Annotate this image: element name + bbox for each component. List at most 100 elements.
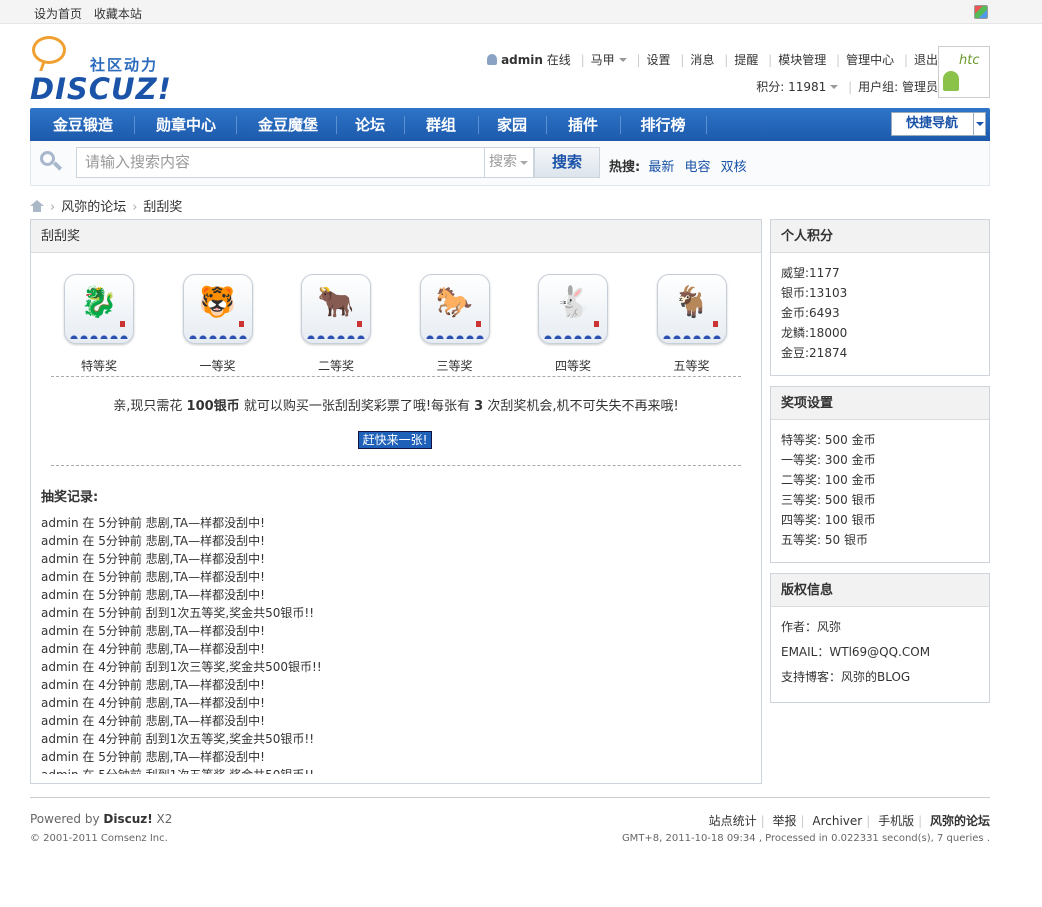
nav-item-forum[interactable]: 论坛 [340, 108, 400, 141]
sidebar-row: 特等奖: 500 金币 [781, 433, 876, 447]
record-row: admin 在 5分钟前 刮到1次五等奖,奖金共50银币!! [41, 766, 741, 774]
record-row: admin 在 5分钟前 刮到1次五等奖,奖金共50银币!! [41, 606, 315, 620]
messages-link[interactable]: 消息 [690, 53, 714, 67]
copyright-text: © 2001-2011 Comsenz Inc. [30, 833, 168, 844]
logo-wordmark: DISCUZ! [30, 72, 172, 106]
sidebar-row: EMAIL：WTl69@QQ.COM [781, 645, 931, 659]
sidebar-row: 二等奖: 100 金币 [781, 473, 876, 487]
search-input[interactable]: 请输入搜索内容 [76, 147, 486, 178]
chevron-down-icon[interactable] [618, 58, 627, 62]
sidebar-row: 金豆:21874 [781, 346, 848, 360]
dragon-icon: 🐉 [64, 274, 134, 344]
user-group-link[interactable]: 用户组: 管理员 [858, 80, 938, 94]
prize-name: 一等奖 [199, 359, 236, 373]
panel-title: 刮刮奖 [31, 220, 761, 253]
sidebar-row: 金币:6493 [781, 306, 840, 320]
nav-item-forge[interactable]: 金豆锻造 [38, 108, 128, 141]
sidebar-row: 五等奖: 50 银币 [781, 533, 868, 547]
prize-name: 特等奖 [80, 359, 117, 373]
main-nav: 金豆锻造 勋章中心 金豆魔堡 论坛 群组 家园 插件 排行榜 [30, 108, 990, 141]
top-bar: 设为首页 收藏本站 [0, 0, 1042, 24]
credits-menu[interactable]: 积分: 11981 [756, 80, 826, 94]
avatar[interactable]: htc [938, 46, 990, 98]
copyright-title: 版权信息 [771, 574, 989, 607]
search-type-select[interactable]: 搜索 [484, 147, 534, 178]
hot-link-dual-core[interactable]: 双核 [721, 160, 747, 175]
record-row: admin 在 4分钟前 刮到1次三等奖,奖金共500银币!! [41, 660, 322, 674]
settings-link[interactable]: 设置 [647, 53, 671, 67]
prize-name: 二等奖 [317, 359, 354, 373]
nav-item-plugins[interactable]: 插件 [550, 108, 616, 141]
footer-link-report[interactable]: 举报 [772, 814, 796, 828]
footer-link-mobile[interactable]: 手机版 [878, 814, 914, 828]
footer-divider [30, 797, 990, 798]
record-row: admin 在 5分钟前 悲剧,TA—样都没刮中! [41, 534, 265, 548]
quick-nav-label: 快捷导航 [906, 116, 959, 131]
footer-link-site[interactable]: 风弥的论坛 [930, 814, 990, 828]
purchase-notice: 亲,现只需花 100银币 就可以购买一张刮刮奖彩票了哦!每张有 3 次刮奖机会,… [113, 399, 679, 414]
logout-link[interactable]: 退出 [914, 53, 938, 67]
footer-link-stats[interactable]: 站点统计 [709, 814, 757, 828]
sidebar-row: 龙鳞:18000 [781, 326, 848, 340]
sidebar-row: 作者：风弥 [781, 620, 842, 634]
prize-item: 🐉 特等奖 [51, 274, 147, 374]
hot-label: 热搜: [609, 160, 641, 175]
vest-menu[interactable]: 马甲 [591, 53, 615, 67]
footer-link-archiver[interactable]: Archiver [812, 814, 862, 828]
goat-icon: 🐐 [656, 274, 727, 344]
chevron-down-icon[interactable] [973, 113, 985, 135]
nav-item-medals[interactable]: 勋章中心 [138, 108, 234, 141]
top-links: 设为首页 收藏本站 [34, 5, 150, 22]
username-link[interactable]: admin [501, 53, 543, 67]
user-nav: admin 在线 | 马甲 | 设置 | 消息 | 提醒 | 模块管理 | 管理中心 | 退出 [487, 51, 938, 68]
draw-records[interactable]: admin 在 5分钟前 悲剧,TA—样都没刮中! admin 在 5分钟前 悲剧… [41, 514, 741, 774]
record-row: admin 在 4分钟前 悲剧,TA—样都没刮中! [41, 696, 265, 710]
hot-link-capacitor[interactable]: 电容 [685, 160, 711, 175]
personal-credits-box: 个人积分 威望:1177 银币:13103 金币:6493 龙鳞:18000 金豆:21… [770, 219, 990, 376]
rabbit-icon: 🐇 [538, 274, 608, 344]
record-row: admin 在 5分钟前 悲剧,TA—样都没刮中! [41, 750, 265, 764]
notices-link[interactable]: 提醒 [734, 53, 758, 67]
discuz-link[interactable]: Discuz! [103, 812, 152, 826]
prize-name: 三等奖 [436, 359, 473, 373]
breadcrumb: › 风弥的论坛 › 刮刮奖 [30, 196, 182, 215]
nav-item-ranking[interactable]: 排行榜 [624, 108, 702, 141]
android-icon [943, 71, 959, 91]
credits-title: 个人积分 [771, 220, 989, 253]
record-row: admin 在 5分钟前 悲剧,TA—样都没刮中! [41, 552, 265, 566]
search-button[interactable]: 搜索 [534, 147, 600, 178]
hot-link-latest[interactable]: 最新 [648, 160, 674, 175]
awards-title: 奖项设置 [771, 387, 989, 420]
prize-item: 🐐 五等奖 [644, 274, 740, 374]
user-icon [487, 54, 498, 65]
module-admin-link[interactable]: 模块管理 [778, 53, 826, 67]
record-row: admin 在 5分钟前 悲剧,TA—样都没刮中! [41, 624, 265, 638]
footer-links: 站点统计 | 举报 | Archiver | 手机版 | 风弥的论坛 [708, 814, 990, 828]
buy-ticket-button[interactable]: 赶快来一张! [358, 431, 432, 449]
site-logo[interactable]: 社区动力 DISCUZ! [30, 34, 171, 106]
set-home-link[interactable]: 设为首页 [34, 7, 82, 21]
chevron-down-icon[interactable] [830, 85, 839, 89]
record-row: admin 在 5分钟前 悲剧,TA—样都没刮中! [41, 516, 265, 530]
nav-item-home[interactable]: 家园 [482, 108, 542, 141]
breadcrumb-forum[interactable]: 风弥的论坛 [61, 200, 126, 215]
home-icon[interactable] [30, 200, 44, 212]
search-icon [40, 151, 63, 171]
ox-icon: 🐂 [301, 274, 371, 344]
nav-item-castle[interactable]: 金豆魔堡 [240, 108, 336, 141]
bookmark-link[interactable]: 收藏本站 [94, 7, 142, 21]
record-row: admin 在 4分钟前 悲剧,TA—样都没刮中! [41, 678, 265, 692]
skin-switch-icon[interactable] [974, 5, 988, 19]
logo-bubble-icon [32, 36, 66, 64]
nav-item-groups[interactable]: 群组 [408, 108, 474, 141]
user-info: 积分: 11981 | 用户组: 管理员 [756, 80, 938, 94]
prize-item: 🐯 一等奖 [170, 274, 266, 374]
admin-center-link[interactable]: 管理中心 [846, 53, 894, 67]
sidebar-row: 威望:1177 [781, 266, 840, 280]
breadcrumb-current[interactable]: 刮刮奖 [143, 200, 182, 215]
sidebar-row: 四等奖: 100 银币 [781, 513, 876, 527]
prize-name: 四等奖 [554, 359, 591, 373]
prize-item: 🐎 三等奖 [407, 274, 503, 374]
server-info: GMT+8, 2011-10-18 09:34 , Processed in 0… [621, 833, 990, 844]
quick-nav-button[interactable]: 快捷导航 [891, 112, 986, 136]
